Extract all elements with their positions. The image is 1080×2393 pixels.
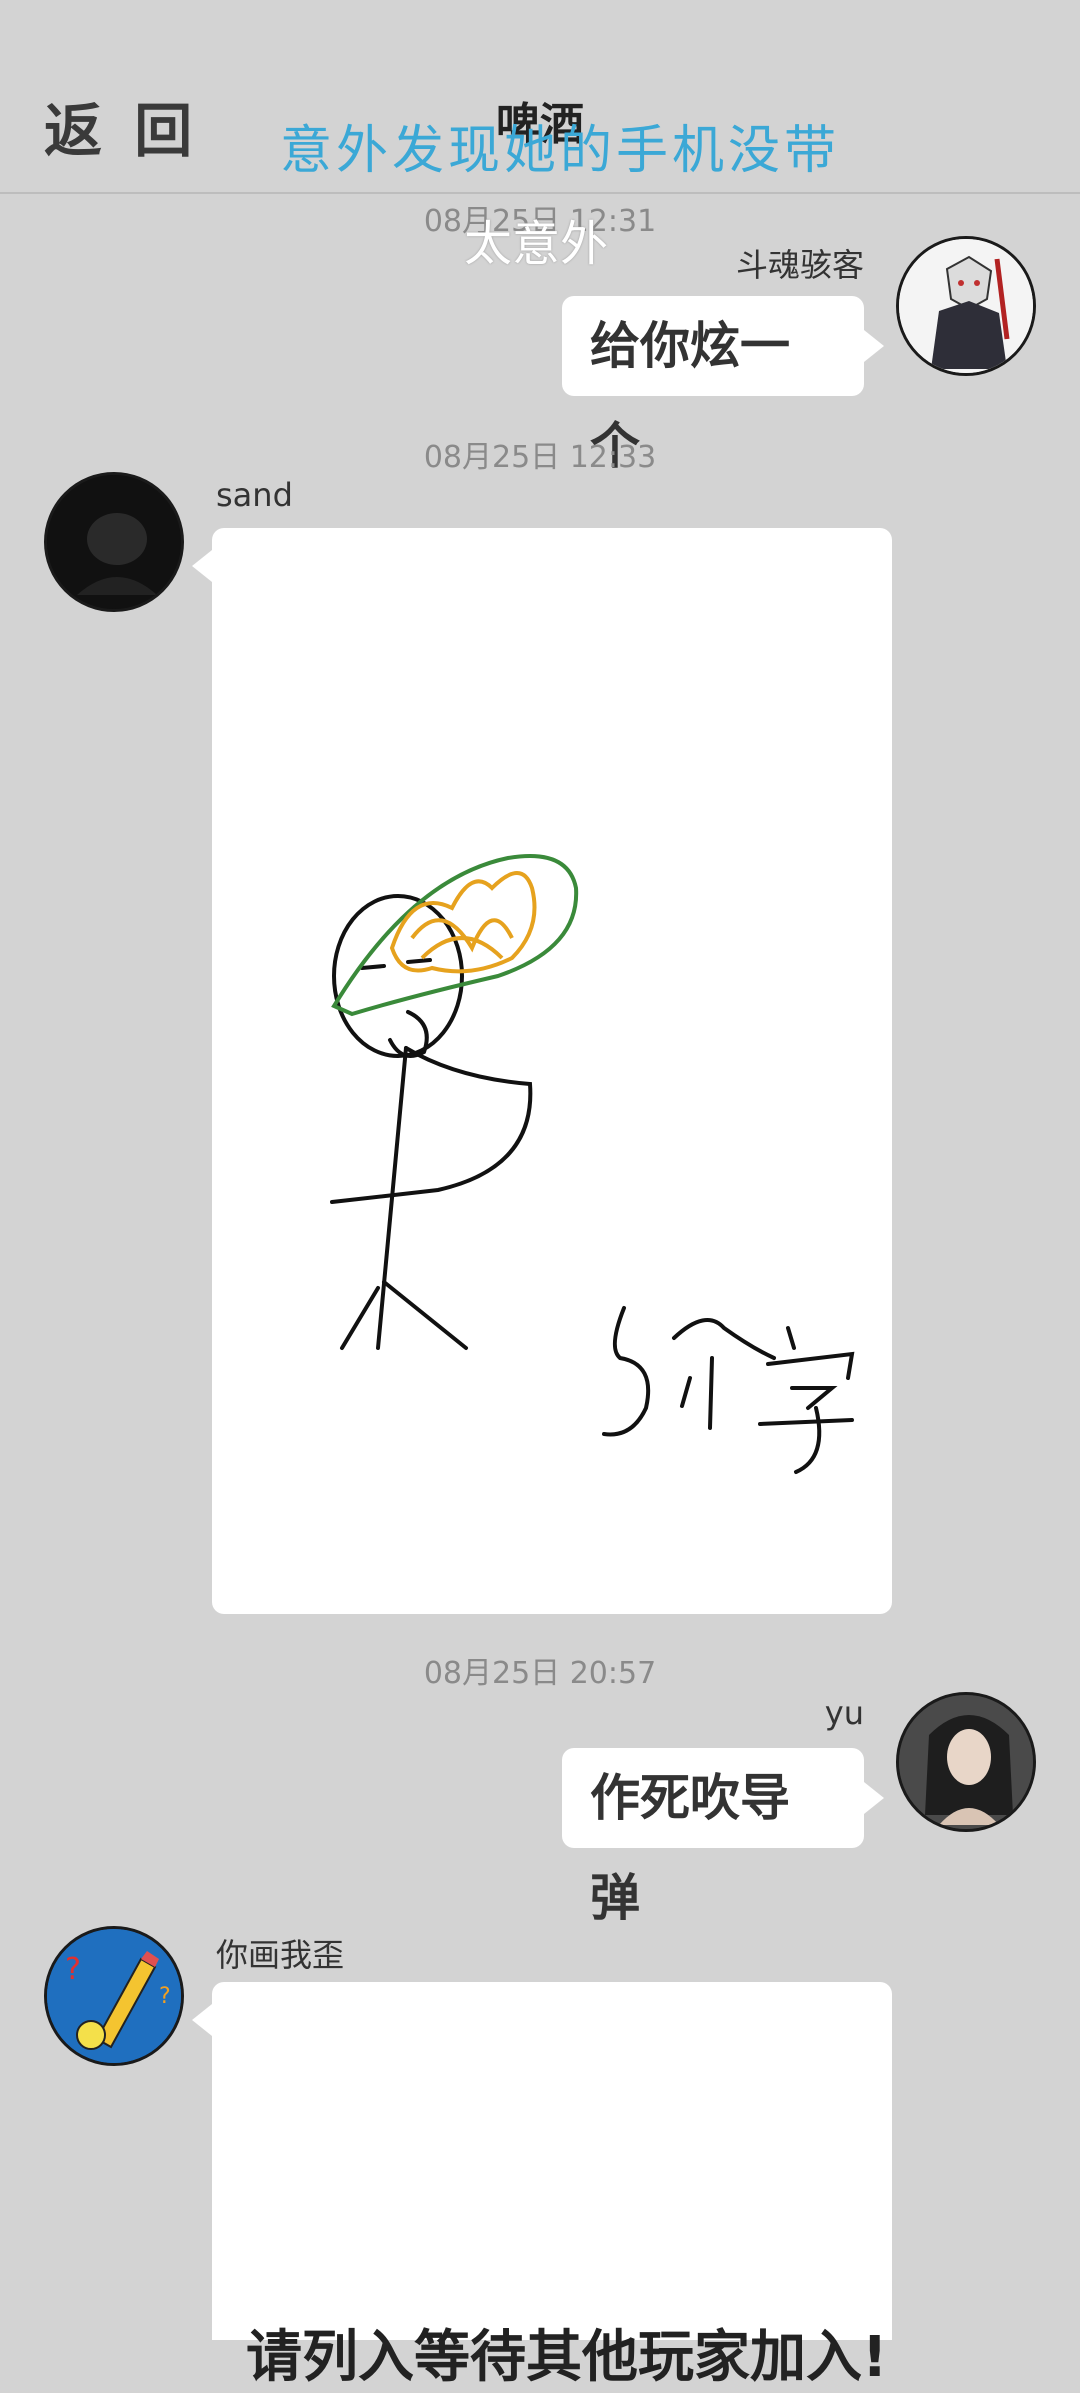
card-text: 请列入等待其他玩家加入!	[246, 2325, 888, 2390]
timestamp: 08月25日 12:33	[423, 440, 657, 475]
bubble-tail	[192, 550, 212, 582]
sender-name: yu	[824, 1694, 864, 1732]
avatar-warrior-icon	[899, 239, 1033, 373]
avatar[interactable]	[896, 1692, 1036, 1832]
bubble-tail	[192, 2004, 212, 2036]
drawing-card[interactable]	[212, 528, 892, 1614]
svg-text:?: ?	[65, 1952, 81, 1987]
timestamp: 08月25日 20:57	[423, 1656, 657, 1691]
avatar-pencil-icon: ? ?	[47, 1929, 181, 2063]
svg-text:?: ?	[159, 1984, 171, 2009]
sender-name: sand	[216, 476, 293, 514]
bubble-tail	[864, 1782, 884, 1814]
avatar-dark-icon	[47, 475, 181, 609]
sender-name: 你画我歪	[216, 1936, 345, 1974]
chat-header: 返 回 啤酒 意外发现她的手机没带	[0, 0, 1080, 194]
game-card[interactable]: 请列入等待其他玩家加入!	[212, 1982, 892, 2390]
sender-name: 斗魂骇客	[735, 246, 864, 284]
avatar[interactable]	[44, 472, 184, 612]
overlay-caption: 意外发现她的手机没带	[280, 121, 841, 181]
doodle-image	[330, 854, 855, 1474]
message-bubble[interactable]: 给你炫一个	[562, 296, 864, 475]
message-bubble[interactable]: 作死吹导弹	[562, 1748, 864, 1927]
avatar[interactable]	[896, 236, 1036, 376]
avatar-girl-icon	[899, 1695, 1033, 1829]
avatar[interactable]: ? ?	[44, 1926, 184, 2066]
bubble-tail	[864, 330, 884, 362]
overlay-subcaption: 太意外	[464, 216, 609, 272]
